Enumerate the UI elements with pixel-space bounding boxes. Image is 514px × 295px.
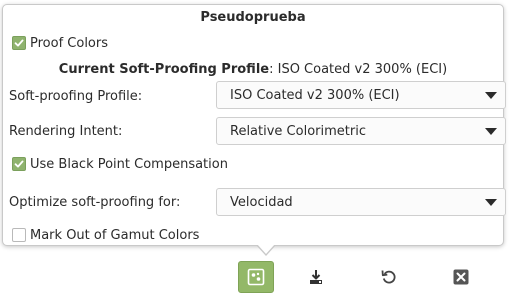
- soft-proofing-profile-label: Soft-proofing Profile:: [9, 89, 143, 104]
- current-profile-value: ISO Coated v2 300% (ECI): [277, 62, 448, 77]
- optimize-dropdown[interactable]: Velocidad: [216, 188, 506, 216]
- proof-colors-label: Proof Colors: [30, 35, 108, 51]
- chevron-down-icon: [485, 127, 497, 135]
- popover-title: Pseudoprueba: [200, 10, 306, 25]
- black-point-label: Use Black Point Compensation: [30, 156, 228, 172]
- chevron-down-icon: [485, 198, 497, 206]
- optimize-value: Velocidad: [230, 194, 293, 210]
- current-profile-colon: :: [269, 62, 278, 77]
- soft-proofing-profile-value: ISO Coated v2 300% (ECI): [230, 87, 400, 103]
- current-profile-label: Current Soft-Proofing Profile: [58, 62, 270, 77]
- export-icon: [310, 270, 322, 284]
- rendering-intent-dropdown[interactable]: Relative Colorimetric: [216, 117, 506, 145]
- black-point-checkbox[interactable]: Use Black Point Compensation: [12, 155, 228, 173]
- soft-proof-popover: Pseudoprueba Proof Colors Current Soft-P…: [2, 4, 506, 246]
- checkbox-checked-icon[interactable]: [12, 157, 26, 171]
- rendering-intent-value: Relative Colorimetric: [230, 123, 366, 139]
- soft-proof-icon: [247, 268, 265, 286]
- popover-arrow-fill: [257, 244, 275, 254]
- gamut-label: Mark Out of Gamut Colors: [30, 227, 200, 243]
- close-button[interactable]: [443, 261, 479, 293]
- checkbox-unchecked-icon[interactable]: [12, 228, 26, 242]
- chevron-down-icon: [485, 91, 497, 99]
- soft-proofing-profile-dropdown[interactable]: ISO Coated v2 300% (ECI): [216, 81, 506, 109]
- soft-proof-button[interactable]: [238, 261, 274, 293]
- close-icon: [453, 269, 469, 285]
- current-profile-line: Current Soft-Proofing Profile: ISO Coate…: [3, 62, 503, 77]
- proof-colors-checkbox[interactable]: Proof Colors: [12, 34, 108, 52]
- reset-button[interactable]: [371, 261, 407, 293]
- optimize-label: Optimize soft-proofing for:: [9, 195, 181, 210]
- export-button[interactable]: [298, 261, 334, 293]
- checkbox-checked-icon[interactable]: [12, 36, 26, 50]
- reset-icon: [381, 270, 396, 284]
- rendering-intent-label: Rendering Intent:: [9, 124, 123, 139]
- gamut-checkbox[interactable]: Mark Out of Gamut Colors: [12, 226, 199, 244]
